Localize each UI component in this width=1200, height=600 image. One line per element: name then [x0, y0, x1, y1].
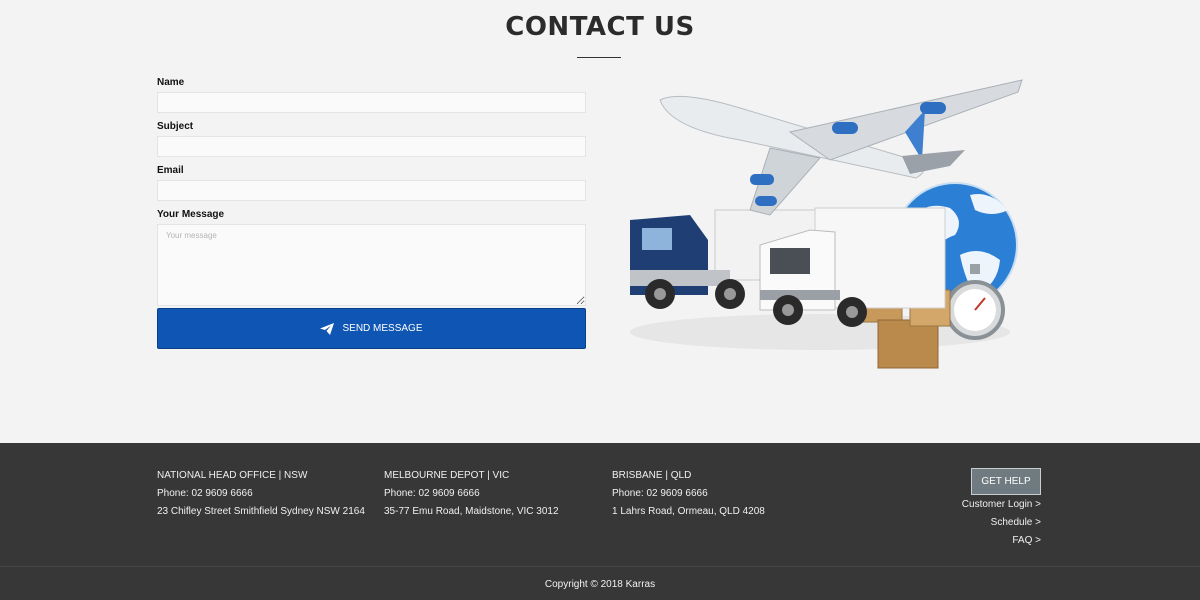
faq-link[interactable]: FAQ >	[1012, 535, 1041, 546]
office-phone: Phone: 02 9609 6666	[612, 488, 708, 499]
email-field[interactable]	[157, 180, 586, 201]
send-message-button[interactable]: SEND MESSAGE	[157, 308, 586, 349]
office-nsw: NATIONAL HEAD OFFICE | NSW Phone: 02 960…	[157, 467, 365, 521]
copyright-text: Copyright © 2018 Karras	[544, 579, 656, 590]
send-message-label: SEND MESSAGE	[342, 323, 423, 334]
page-title: CONTACT US	[505, 12, 695, 42]
office-address: 35-77 Emu Road, Maidstone, VIC 3012	[384, 506, 559, 517]
paper-plane-icon	[320, 322, 335, 335]
name-label: Name	[157, 77, 185, 88]
site-footer: NATIONAL HEAD OFFICE | NSW Phone: 02 960…	[0, 443, 1200, 600]
office-address: 23 Chifley Street Smithfield Sydney NSW …	[157, 506, 365, 517]
email-label: Email	[157, 165, 184, 176]
office-address: 1 Lahrs Road, Ormeau, QLD 4208	[612, 506, 765, 517]
logistics-illustration	[630, 79, 1023, 369]
message-label: Your Message	[157, 209, 225, 220]
contact-form: Name Subject Email Your Message	[157, 76, 586, 306]
office-phone: Phone: 02 9609 6666	[384, 488, 480, 499]
name-field[interactable]	[157, 92, 586, 113]
customer-login-link[interactable]: Customer Login >	[962, 499, 1041, 510]
schedule-link[interactable]: Schedule >	[991, 517, 1041, 528]
subject-field[interactable]	[157, 136, 586, 157]
contact-section: CONTACT US Name Subject Email Your Messa…	[0, 0, 1200, 443]
message-field[interactable]	[157, 224, 586, 306]
office-qld: BRISBANE | QLD Phone: 02 9609 6666 1 Lah…	[612, 467, 765, 521]
subject-label: Subject	[157, 121, 194, 132]
office-name: NATIONAL HEAD OFFICE | NSW	[157, 470, 308, 481]
office-vic: MELBOURNE DEPOT | VIC Phone: 02 9609 666…	[384, 467, 559, 521]
office-phone: Phone: 02 9609 6666	[157, 488, 253, 499]
office-name: BRISBANE | QLD	[612, 470, 692, 481]
title-divider	[577, 57, 621, 58]
footer-divider	[0, 566, 1200, 567]
get-help-button[interactable]: GET HELP	[971, 468, 1041, 495]
office-name: MELBOURNE DEPOT | VIC	[384, 470, 510, 481]
